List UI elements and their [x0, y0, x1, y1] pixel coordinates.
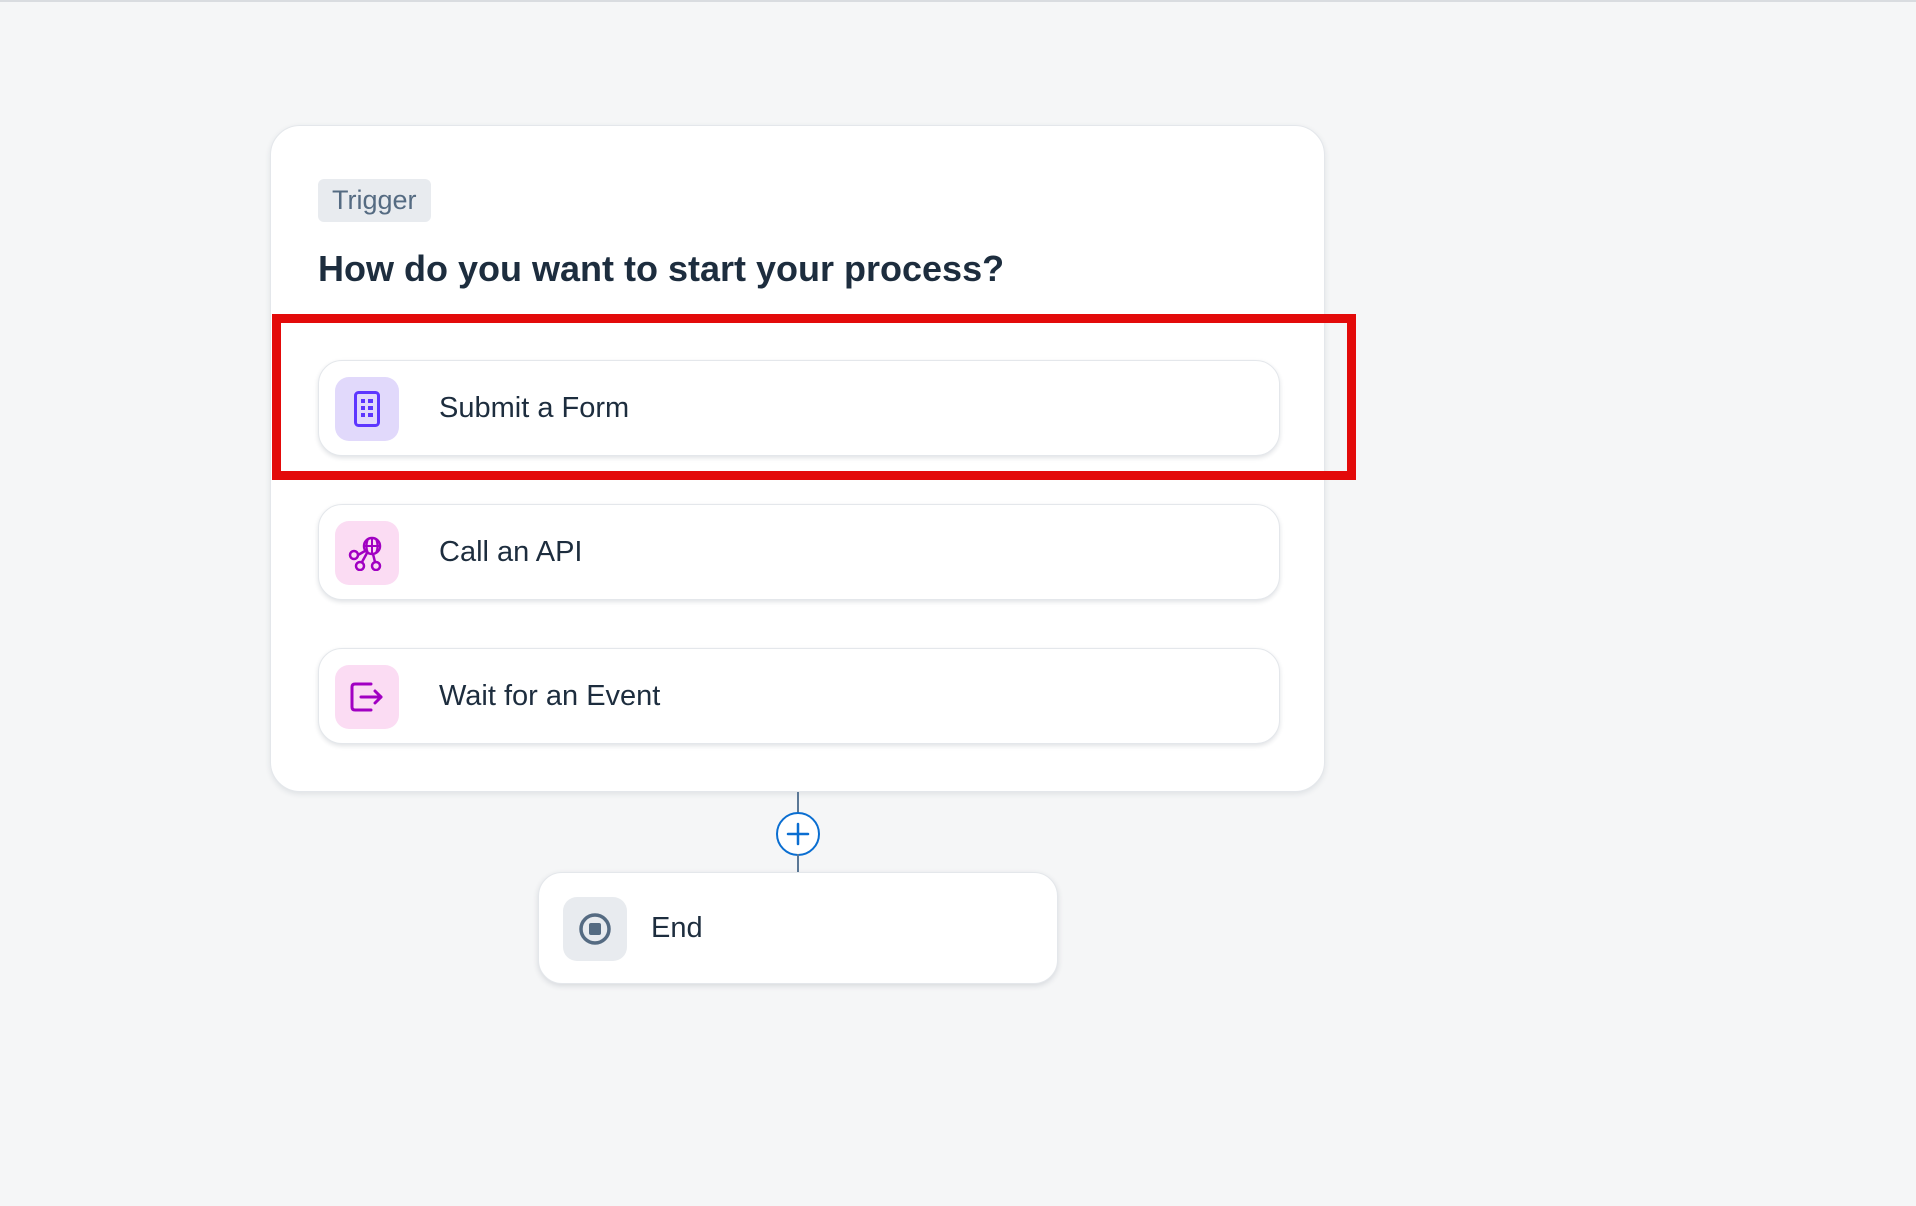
- connector-line-top: [797, 792, 799, 814]
- end-node[interactable]: End: [538, 872, 1058, 984]
- trigger-title: How do you want to start your process?: [318, 248, 1005, 289]
- option-call-api[interactable]: Call an API: [318, 504, 1280, 600]
- stop-icon: [563, 897, 627, 961]
- add-step-button[interactable]: [776, 812, 820, 856]
- connector-line-bottom: [797, 854, 799, 874]
- option-submit-form[interactable]: Submit a Form: [318, 360, 1280, 456]
- api-icon: [335, 521, 399, 585]
- event-icon: [335, 665, 399, 729]
- form-icon: [335, 377, 399, 441]
- end-node-label: End: [651, 912, 703, 944]
- process-canvas: Trigger How do you want to start your pr…: [0, 0, 1916, 1206]
- plus-icon: [786, 822, 810, 846]
- trigger-badge: Trigger: [318, 179, 431, 222]
- option-wait-for-event[interactable]: Wait for an Event: [318, 648, 1280, 744]
- option-label: Submit a Form: [439, 392, 630, 424]
- option-label: Wait for an Event: [439, 680, 661, 712]
- option-label: Call an API: [439, 536, 583, 568]
- trigger-card: Trigger How do you want to start your pr…: [270, 125, 1325, 792]
